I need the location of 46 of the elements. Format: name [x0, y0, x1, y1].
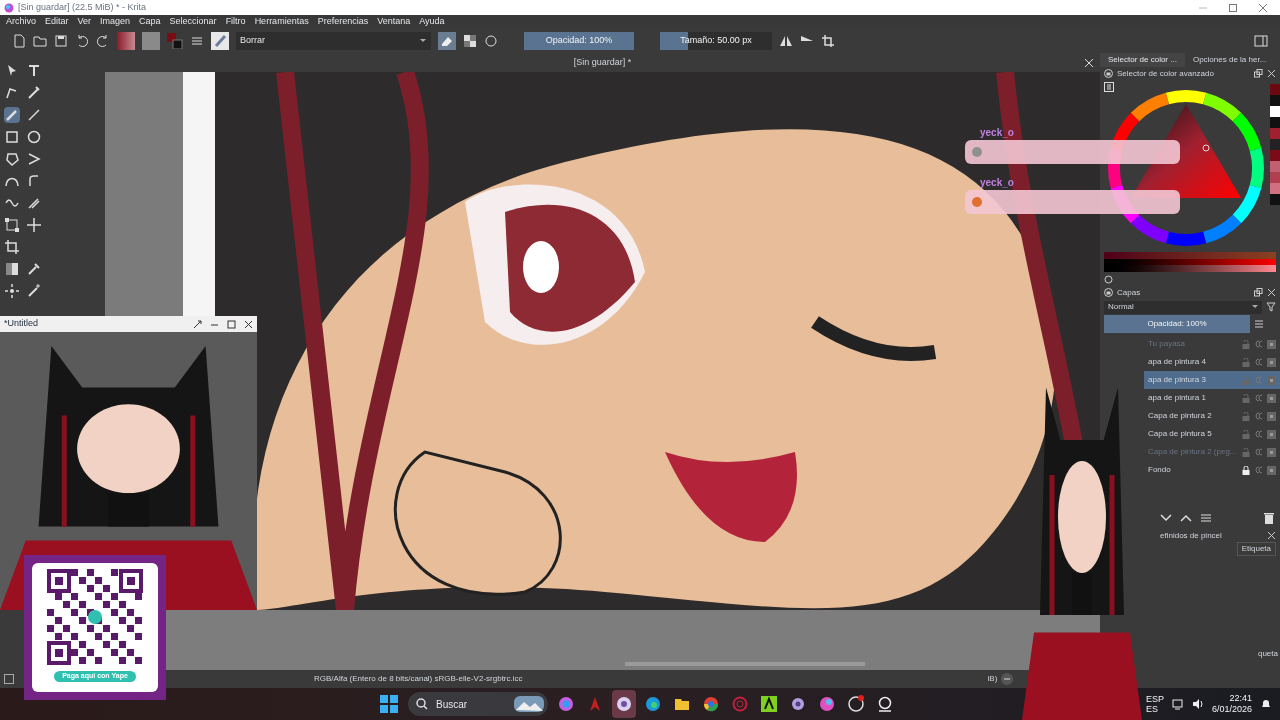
brush-preset-field[interactable]: Borrar: [236, 32, 431, 50]
tag-label: queta: [1257, 648, 1278, 660]
layer-name: apa de pintura 1: [1148, 392, 1207, 404]
menu-item[interactable]: Editar: [45, 15, 69, 29]
layer-opacity-slider[interactable]: Opacidad: 100%: [1104, 315, 1250, 333]
layer-row[interactable]: apa de pintura 1: [1144, 389, 1280, 407]
menu-item[interactable]: Ventana: [377, 15, 411, 29]
menu-item[interactable]: Imagen: [100, 15, 131, 29]
docker-tab[interactable]: Selector de color ...: [1100, 53, 1185, 67]
layer-name: Capa de pintura 5: [1148, 428, 1213, 440]
menu-item[interactable]: Archivo: [6, 15, 36, 29]
blend-mode-dropdown[interactable]: Normal: [1104, 300, 1262, 314]
docker-title: Selector de color avanzado: [1117, 67, 1214, 80]
layer-name: apa de pintura 4: [1148, 356, 1207, 368]
menu-item[interactable]: Herramientas: [254, 15, 309, 29]
menu-item[interactable]: Seleccionar: [169, 15, 217, 29]
menu-item[interactable]: Filtro: [225, 15, 246, 29]
opacity-slider[interactable]: Opacidad: 100%: [524, 32, 634, 50]
layer-row[interactable]: Fondo: [1144, 461, 1280, 479]
docker-title: Capas: [1117, 286, 1141, 299]
layer-name: Tu payasa: [1148, 338, 1187, 350]
search-field[interactable]: Buscar: [436, 696, 506, 712]
document-tab[interactable]: [Sin guardar] *: [573, 55, 632, 70]
color-profile-label: RGB/Alfa (Entero de 8 bits/canal) sRGB-elle-V2-srgbtrc.icc: [314, 673, 523, 685]
docker-title: efinidos de pincel: [1160, 529, 1222, 542]
tag-button[interactable]: Etiqueta: [1236, 542, 1276, 556]
docker-tab[interactable]: Opciones de la her...: [1184, 53, 1275, 67]
menu-item[interactable]: Capa: [139, 15, 161, 29]
window-title: *Untitled: [4, 317, 40, 331]
clock-time[interactable]: 22:41: [1229, 693, 1252, 704]
layer-name: apa de pintura 3: [1148, 374, 1207, 386]
menu-item[interactable]: Ayuda: [419, 15, 445, 29]
layer-name: Fondo: [1148, 464, 1172, 476]
window-title: [Sin guardar] (22.5 MiB) * - Krita: [18, 0, 147, 14]
memory-label: iB): [987, 673, 998, 685]
layer-row[interactable]: apa de pintura 4: [1144, 353, 1280, 371]
menu-item[interactable]: Ver: [77, 15, 92, 29]
layer-name: Capa de pintura 2: [1148, 410, 1213, 422]
menu-item[interactable]: Preferencias: [317, 15, 369, 29]
layer-row[interactable]: Capa de pintura 5: [1144, 425, 1280, 443]
language-label[interactable]: ESP: [1145, 694, 1164, 704]
layer-row[interactable]: Capa de pintura 2: [1144, 407, 1280, 425]
size-slider[interactable]: Tamaño: 50.00 px: [660, 32, 772, 50]
region-label[interactable]: ES: [1145, 704, 1164, 714]
clock-date[interactable]: 6/01/2026: [1211, 704, 1252, 715]
search-bar[interactable]: Buscar: [408, 692, 548, 716]
